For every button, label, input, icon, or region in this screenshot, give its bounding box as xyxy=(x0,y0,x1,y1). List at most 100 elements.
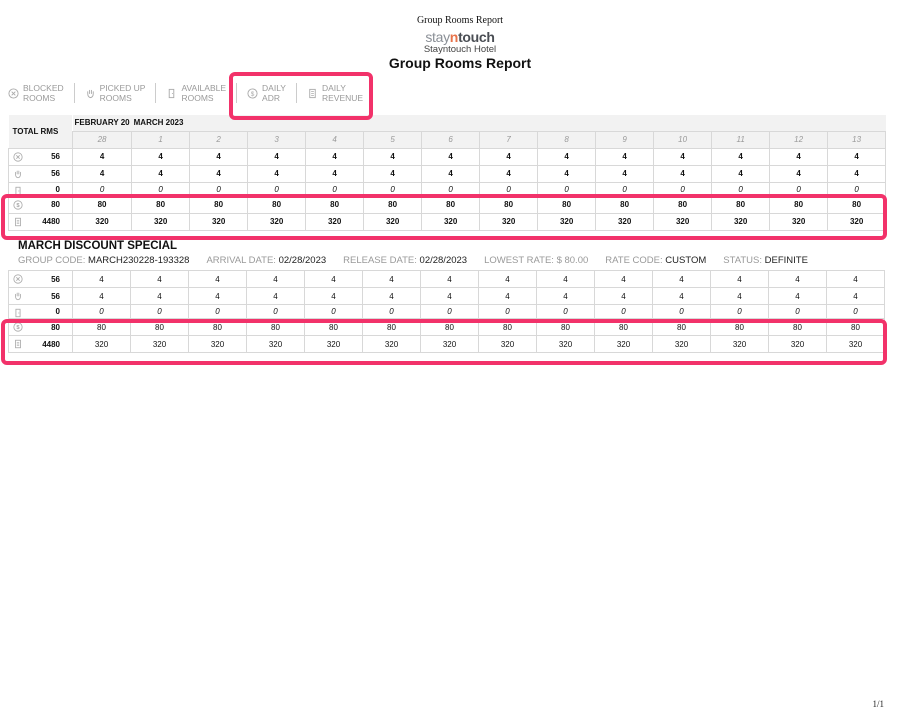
group-meta-item: LOWEST RATE: $ 80.00 xyxy=(484,255,589,266)
row-total: 56 xyxy=(8,147,73,166)
hotel-name: Stayntouch Hotel xyxy=(423,44,497,55)
total-rooms-header: TOTAL RMS xyxy=(8,115,73,148)
stayntouch-logo: stayntouch xyxy=(425,29,495,45)
day-value: 4 xyxy=(826,287,885,305)
day-value: 80 xyxy=(71,195,133,214)
day-value: 0 xyxy=(305,181,365,197)
table-row: 000000000000000 xyxy=(8,304,885,319)
day-value: 4 xyxy=(421,164,481,183)
date-label: 28 xyxy=(71,130,133,149)
day-value: 0 xyxy=(131,181,191,197)
receipt-icon xyxy=(307,88,318,99)
day-value: 4 xyxy=(595,147,655,166)
summary-table: TOTAL RMS FEBRUARY 20 MARCH 2023 28 1 2 3 4 5 6 7 8… xyxy=(8,115,887,231)
row-total: 0 xyxy=(8,181,73,197)
date-label: 13 xyxy=(827,130,887,149)
day-value: 320 xyxy=(653,212,713,231)
day-value: 80 xyxy=(826,318,885,336)
day-value: 320 xyxy=(362,335,421,353)
day-value: 4 xyxy=(362,287,421,305)
group-meta-item: STATUS: DEFINITE xyxy=(723,255,808,266)
table-row: $80 80 80 80 80 80 80 80 80 80 80 80 80 80 80 xyxy=(8,318,885,336)
day-value: 4 xyxy=(537,164,597,183)
blocked-icon xyxy=(13,151,23,162)
day-value: 0 xyxy=(130,304,189,319)
day-value: 4 xyxy=(72,270,131,288)
date-label: 1 xyxy=(131,130,191,149)
date-label: 5 xyxy=(363,130,423,149)
day-value: 320 xyxy=(478,335,537,353)
day-value: 320 xyxy=(305,212,365,231)
row-total: 56 xyxy=(8,287,73,305)
legend-separator xyxy=(236,83,238,103)
day-value: 4 xyxy=(479,164,539,183)
day-value: 4 xyxy=(711,147,771,166)
day-value: 4 xyxy=(362,270,421,288)
day-value: 4 xyxy=(189,147,249,166)
day-value: 320 xyxy=(479,212,539,231)
day-value: 0 xyxy=(710,304,769,319)
day-value: 4 xyxy=(131,164,191,183)
day-value: 4 xyxy=(131,147,191,166)
day-value: 80 xyxy=(247,195,307,214)
day-value: 80 xyxy=(188,318,247,336)
blocked-icon xyxy=(13,274,23,284)
day-value: 4 xyxy=(536,287,595,305)
door-icon xyxy=(166,88,177,99)
day-value: 0 xyxy=(537,181,597,197)
legend-item: PICKED UP ROOMS xyxy=(85,83,156,103)
day-value: 4 xyxy=(189,164,249,183)
day-value: 80 xyxy=(304,318,363,336)
day-value: 4 xyxy=(710,287,769,305)
day-value: 4 xyxy=(188,270,247,288)
day-value: 0 xyxy=(826,304,885,319)
day-value: 4 xyxy=(478,270,537,288)
day-value: 0 xyxy=(827,181,887,197)
day-value: 0 xyxy=(768,304,827,319)
svg-text:$: $ xyxy=(16,325,20,331)
day-value: 80 xyxy=(421,195,481,214)
date-label: 7 xyxy=(479,130,539,149)
day-value: 320 xyxy=(188,335,247,353)
day-value: 4 xyxy=(768,270,827,288)
receipt-icon xyxy=(13,339,23,349)
day-value: 0 xyxy=(304,304,363,319)
blocked-icon xyxy=(8,87,19,99)
day-value: 320 xyxy=(536,335,595,353)
door-icon xyxy=(13,308,23,318)
day-value: 4 xyxy=(246,270,305,288)
date-label: 6 xyxy=(421,130,481,149)
brand-block: stayntouch Stayntouch Hotel Group Rooms … xyxy=(0,30,920,72)
day-value: 320 xyxy=(304,335,363,353)
day-value: 320 xyxy=(131,212,191,231)
print-header: Group Rooms Report xyxy=(416,15,504,26)
table-row: $80 80 80 80 80 80 80 80 80 80 80 80 80 80 80 xyxy=(8,195,887,214)
group-name: MARCH DISCOUNT SPECIAL xyxy=(18,240,178,252)
date-row: 28 1 2 3 4 5 6 7 8 9 10 11 12 13 xyxy=(9,130,887,149)
day-value: 80 xyxy=(769,195,829,214)
day-value: 0 xyxy=(71,181,133,197)
row-total: $80 xyxy=(8,195,73,214)
day-value: 0 xyxy=(189,181,249,197)
day-value: 4 xyxy=(479,147,539,166)
legend-separator xyxy=(295,83,297,103)
day-value: 80 xyxy=(305,195,365,214)
row-total: 4480 xyxy=(8,335,73,353)
group-meta-item: RATE CODE: CUSTOM xyxy=(605,255,707,266)
row-total: 4480 xyxy=(8,212,73,231)
day-value: 4 xyxy=(595,164,655,183)
day-value: 4 xyxy=(769,147,829,166)
day-value: 320 xyxy=(768,335,827,353)
day-value: 320 xyxy=(72,335,131,353)
date-label: 2 xyxy=(189,130,249,149)
day-value: 4 xyxy=(71,147,133,166)
day-value: 0 xyxy=(188,304,247,319)
door-icon xyxy=(13,186,23,196)
day-value: 4 xyxy=(130,287,189,305)
day-value: 4 xyxy=(768,287,827,305)
day-value: 4 xyxy=(71,164,133,183)
day-value: 320 xyxy=(130,335,189,353)
table-row: 56 4 4 4 4 4 4 4 4 4 4 4 4 4 4 xyxy=(8,287,885,305)
day-value: 80 xyxy=(710,318,769,336)
day-value: 4 xyxy=(769,164,829,183)
